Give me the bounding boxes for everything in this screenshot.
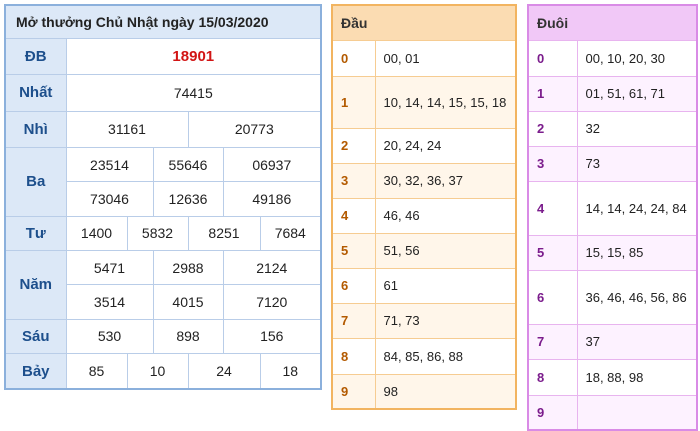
- dau-header: Đầu: [331, 4, 517, 41]
- prize-tu-value: 5832: [126, 215, 189, 252]
- dau-key: 9: [331, 373, 376, 410]
- prize-nam-value: 2124: [222, 249, 322, 286]
- prize-tu-value: 8251: [187, 215, 261, 252]
- dau-value: 00, 01: [374, 39, 517, 77]
- duoi-key: 7: [527, 323, 578, 360]
- prize-ba-value: 12636: [152, 181, 224, 217]
- duoi-key: 2: [527, 110, 578, 147]
- prize-label-nhat: Nhất: [4, 74, 67, 112]
- dau-table: Đầu 0 00, 01 1 10, 14, 14, 15, 15, 18 2 20,…: [331, 4, 518, 410]
- prize-label-nhi: Nhì: [4, 110, 67, 148]
- prize-nam-value: 3514: [65, 284, 154, 320]
- duoi-key: 1: [527, 75, 578, 112]
- special-prize-value: 18901: [65, 37, 322, 76]
- duoi-table: Đuôi 0 00, 10, 20, 30 1 01, 51, 61, 71 2 32…: [527, 4, 699, 431]
- duoi-value: 15, 15, 85: [576, 234, 698, 271]
- dau-key: 0: [331, 39, 376, 77]
- duoi-key: 3: [527, 145, 578, 182]
- duoi-key: 9: [527, 394, 578, 431]
- prize-ba-value: 55646: [152, 146, 224, 183]
- duoi-value: 32: [576, 110, 698, 147]
- dau-value: 20, 24, 24: [374, 127, 517, 164]
- prize-nam-value: 7120: [222, 284, 322, 320]
- prize-label-db: ĐB: [4, 37, 67, 76]
- prize-label-bay: Bảy: [4, 353, 67, 390]
- prize-nam-value: 2988: [152, 249, 224, 286]
- duoi-value: 73: [576, 145, 698, 182]
- prize-nam-value: 4015: [152, 284, 224, 320]
- dau-value: 10, 14, 14, 15, 15, 18: [374, 75, 517, 129]
- prize-ba-value: 23514: [65, 146, 154, 183]
- prize-ba-value: 73046: [65, 181, 154, 217]
- dau-value: 71, 73: [374, 302, 517, 339]
- duoi-value: 37: [576, 323, 698, 360]
- dau-value: 30, 32, 36, 37: [374, 162, 517, 199]
- dau-key: 4: [331, 197, 376, 234]
- duoi-value: 00, 10, 20, 30: [576, 39, 698, 77]
- prize-ba-value: 06937: [222, 146, 322, 183]
- prize-bay-value: 85: [65, 353, 128, 390]
- prize-label-ba: Ba: [4, 146, 67, 217]
- duoi-header: Đuôi: [527, 4, 698, 41]
- duoi-value: [576, 394, 698, 431]
- prize-nhat-value: 74415: [65, 74, 322, 112]
- prize-nhi-value: 31161: [65, 110, 189, 148]
- prize-label-tu: Tư: [4, 215, 67, 252]
- duoi-key: 5: [527, 234, 578, 271]
- prize-ba-value: 49186: [222, 181, 322, 217]
- duoi-key: 6: [527, 269, 578, 325]
- dau-value: 46, 46: [374, 197, 517, 234]
- prize-nam-value: 5471: [65, 249, 154, 286]
- dau-value: 61: [374, 267, 517, 304]
- dau-value: 51, 56: [374, 232, 517, 269]
- prize-nhi-value: 20773: [187, 110, 322, 148]
- duoi-key: 0: [527, 39, 578, 77]
- dau-key: 5: [331, 232, 376, 269]
- prize-bay-value: 18: [259, 353, 322, 390]
- prize-label-nam: Năm: [4, 250, 67, 320]
- prize-sau-value: 156: [222, 318, 322, 355]
- dau-key: 7: [331, 302, 376, 339]
- dau-key: 6: [331, 267, 376, 304]
- prize-tu-value: 1400: [65, 215, 128, 252]
- dau-key: 1: [331, 75, 376, 129]
- results-title: Mở thưởng Chủ Nhật ngày 15/03/2020: [4, 4, 322, 39]
- duoi-value: 14, 14, 24, 24, 84: [576, 180, 698, 236]
- duoi-value: 01, 51, 61, 71: [576, 75, 698, 112]
- duoi-value: 18, 88, 98: [576, 358, 698, 396]
- results-table: Mở thưởng Chủ Nhật ngày 15/03/2020 ĐB 18…: [4, 4, 323, 390]
- duoi-key: 8: [527, 358, 578, 396]
- dau-key: 3: [331, 162, 376, 199]
- prize-sau-value: 898: [152, 318, 224, 355]
- prize-bay-value: 24: [187, 353, 261, 390]
- dau-value: 98: [374, 373, 517, 410]
- prize-tu-value: 7684: [259, 215, 322, 252]
- duoi-value: 36, 46, 46, 56, 86: [576, 269, 698, 325]
- prize-sau-value: 530: [65, 318, 154, 355]
- dau-key: 2: [331, 127, 376, 164]
- prize-bay-value: 10: [126, 353, 189, 390]
- duoi-key: 4: [527, 180, 578, 236]
- prize-label-sau: Sáu: [4, 318, 67, 355]
- dau-key: 8: [331, 337, 376, 375]
- dau-value: 84, 85, 86, 88: [374, 337, 517, 375]
